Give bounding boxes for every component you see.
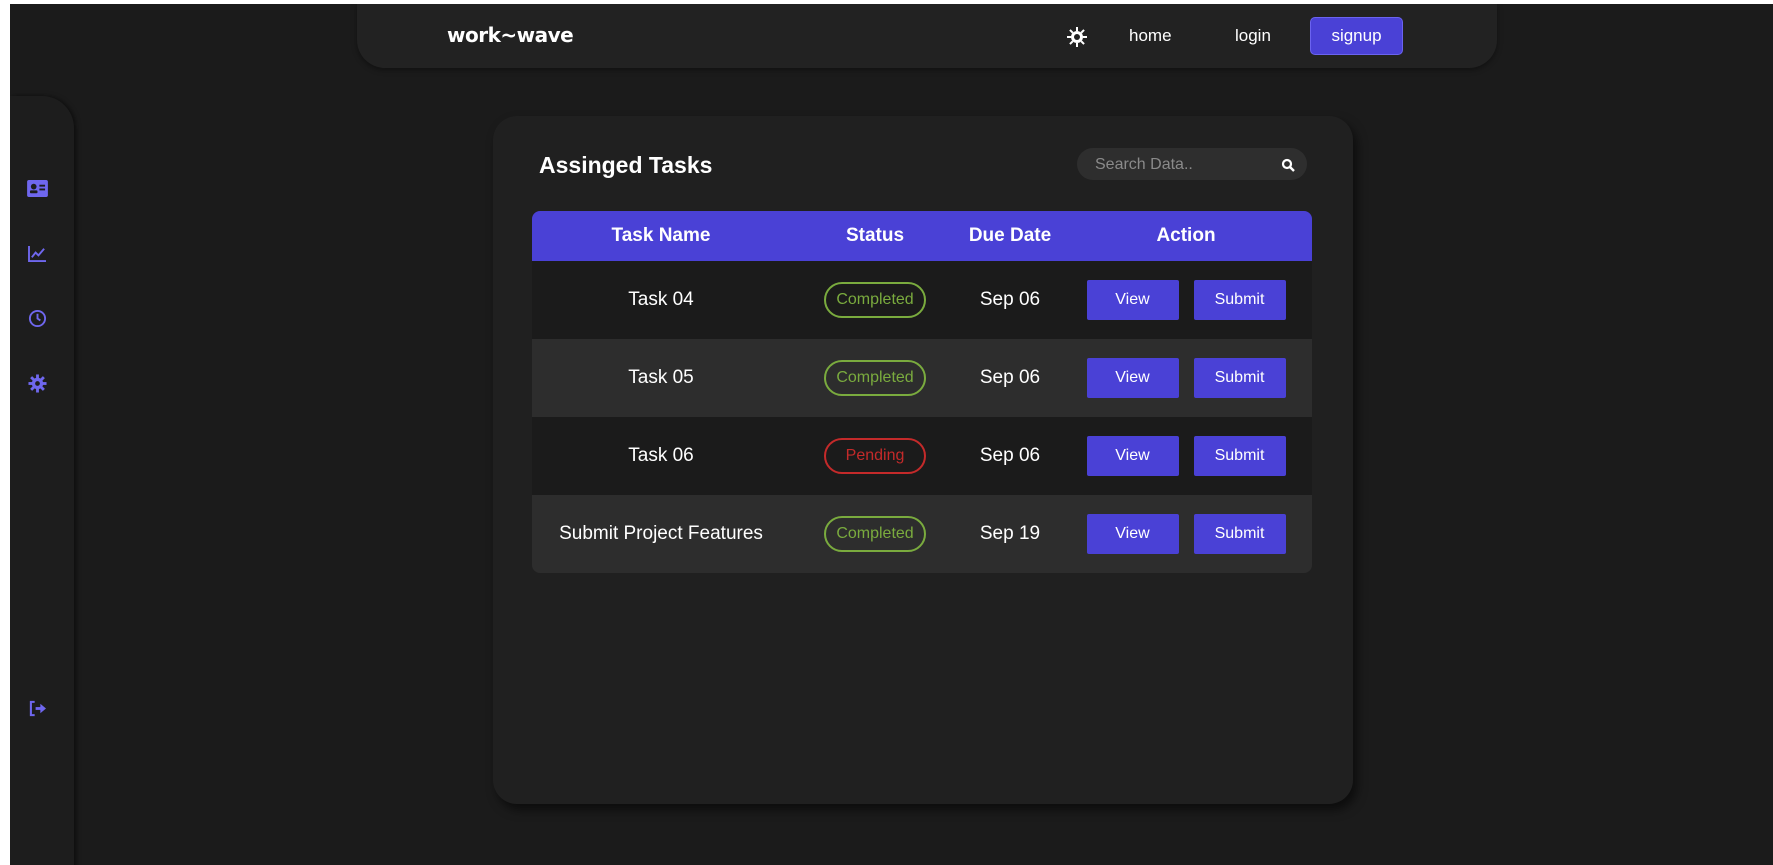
top-navbar: work~wave home login signup xyxy=(357,4,1497,68)
clock-icon[interactable] xyxy=(26,307,48,329)
table-row: Submit Project Features Completed Sep 19… xyxy=(532,495,1312,573)
submit-button[interactable]: Submit xyxy=(1193,280,1286,320)
nav-login-link[interactable]: login xyxy=(1235,26,1271,46)
sidebar xyxy=(10,96,74,865)
due-date: Sep 19 xyxy=(979,523,1041,544)
submit-button[interactable]: Submit xyxy=(1193,436,1286,476)
status-badge: Completed xyxy=(824,516,926,552)
due-date: Sep 06 xyxy=(979,445,1041,466)
header-due-date: Due Date xyxy=(968,225,1052,246)
logo[interactable]: work~wave xyxy=(447,23,574,47)
app-window: work~wave home login signup Assinged Tas… xyxy=(10,4,1773,865)
table-row: Task 04 Completed Sep 06 View Submit xyxy=(532,261,1312,339)
submit-button[interactable]: Submit xyxy=(1193,514,1286,554)
id-card-icon[interactable] xyxy=(26,177,48,199)
search-input[interactable] xyxy=(1093,148,1277,182)
search-icon[interactable] xyxy=(1281,157,1295,172)
status-badge: Pending xyxy=(824,438,926,474)
nav-home-link[interactable]: home xyxy=(1129,26,1172,46)
gear-icon[interactable] xyxy=(26,372,48,394)
task-name: Task 04 xyxy=(628,289,694,310)
submit-button[interactable]: Submit xyxy=(1193,358,1286,398)
view-button[interactable]: View xyxy=(1086,436,1179,476)
signup-button[interactable]: signup xyxy=(1310,17,1403,55)
view-button[interactable]: View xyxy=(1086,514,1179,554)
view-button[interactable]: View xyxy=(1086,358,1179,398)
header-status: Status xyxy=(845,225,905,246)
status-badge: Completed xyxy=(824,360,926,396)
tasks-table: Task Name Status Due Date Action Task 04… xyxy=(532,211,1312,573)
task-name: Submit Project Features xyxy=(559,523,763,544)
due-date: Sep 06 xyxy=(979,367,1041,388)
task-name: Task 05 xyxy=(628,367,694,388)
page-title: Assinged Tasks xyxy=(539,152,713,178)
due-date: Sep 06 xyxy=(979,289,1041,310)
header-task-name: Task Name xyxy=(611,225,711,246)
chart-line-icon[interactable] xyxy=(26,242,48,264)
header-action: Action xyxy=(1156,225,1216,246)
sign-out-icon[interactable] xyxy=(26,697,48,719)
table-row: Task 06 Pending Sep 06 View Submit xyxy=(532,417,1312,495)
theme-toggle-icon[interactable] xyxy=(1066,26,1088,48)
view-button[interactable]: View xyxy=(1086,280,1179,320)
status-badge: Completed xyxy=(824,282,926,318)
table-header: Task Name Status Due Date Action xyxy=(532,211,1312,261)
search-box xyxy=(1077,148,1307,182)
tasks-card: Assinged Tasks Task Name Status Due Date… xyxy=(493,116,1353,804)
table-row: Task 05 Completed Sep 06 View Submit xyxy=(532,339,1312,417)
task-name: Task 06 xyxy=(628,445,694,466)
